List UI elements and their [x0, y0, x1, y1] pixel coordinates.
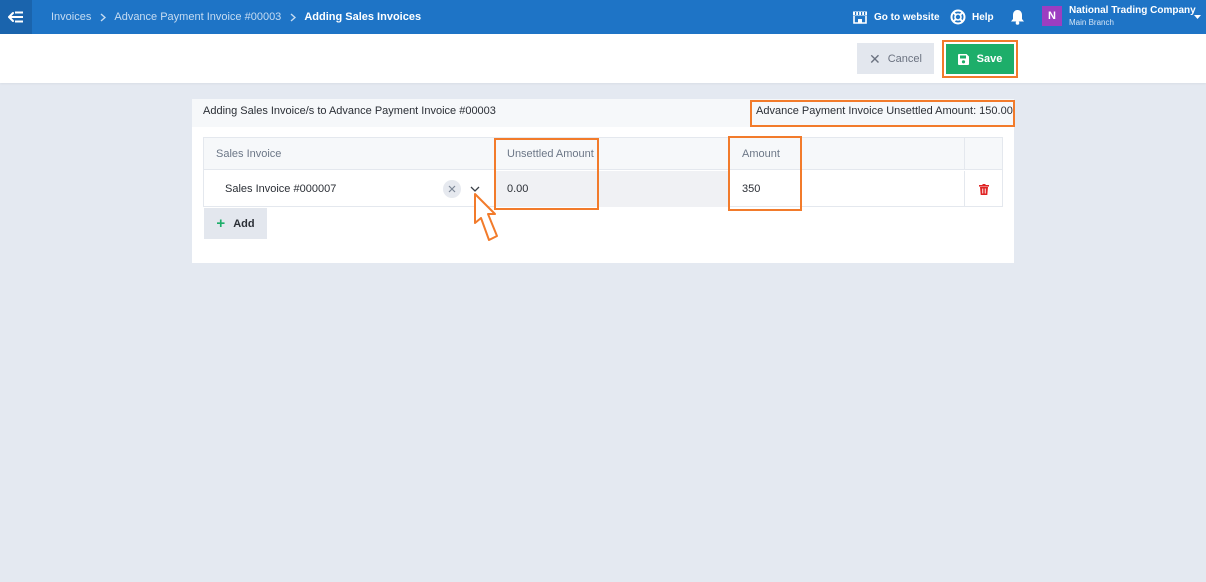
notifications-button[interactable]: [1010, 0, 1031, 34]
go-to-website-label: Go to website: [874, 11, 940, 23]
lifebuoy-icon: [950, 9, 966, 25]
top-navbar: Invoices Advance Payment Invoice #00003 …: [0, 0, 1206, 34]
menu-toggle-button[interactable]: [0, 0, 32, 34]
help-link[interactable]: Help: [950, 0, 994, 34]
card-title: Adding Sales Invoice/s to Advance Paymen…: [203, 105, 496, 117]
column-header-actions: [964, 138, 1002, 170]
unsettled-total-highlight-box: [750, 100, 1015, 127]
floppy-disk-icon: [957, 53, 969, 65]
breadcrumb-advance-payment-invoice[interactable]: Advance Payment Invoice #00003: [114, 11, 281, 23]
sales-invoice-value: Sales Invoice #000007: [225, 183, 337, 195]
sales-invoices-table: Sales Invoice Unsettled Amount Amount Sa…: [203, 137, 1003, 207]
chevron-right-icon: [290, 12, 297, 22]
help-label: Help: [972, 11, 994, 23]
add-row-button[interactable]: + Add: [204, 208, 267, 239]
sales-invoice-select[interactable]: Sales Invoice #000007: [204, 171, 494, 207]
store-icon: [852, 11, 868, 24]
plus-icon: +: [216, 215, 226, 232]
company-name: National Trading Company: [1069, 5, 1196, 16]
sales-invoices-card: Adding Sales Invoice/s to Advance Paymen…: [192, 99, 1015, 263]
close-icon: ✕: [869, 50, 881, 67]
cancel-label: Cancel: [887, 52, 922, 65]
cancel-button[interactable]: ✕ Cancel: [857, 43, 934, 74]
clear-selection-button[interactable]: [443, 180, 461, 198]
close-icon: [448, 185, 456, 193]
caret-down-icon: [1194, 7, 1201, 25]
row-actions-cell: [964, 171, 1002, 207]
company-branch: Main Branch: [1069, 18, 1114, 27]
avatar: N: [1042, 6, 1062, 26]
menu-toggle-icon: [8, 11, 23, 23]
trash-icon: [978, 183, 989, 195]
delete-row-button[interactable]: [978, 183, 989, 195]
action-bar: ✕ Cancel Save: [0, 34, 1206, 83]
bell-icon: [1010, 9, 1025, 25]
add-label: Add: [233, 217, 255, 230]
save-button[interactable]: Save: [946, 44, 1014, 74]
chevron-right-icon: [100, 12, 107, 22]
breadcrumb-invoices[interactable]: Invoices: [51, 11, 91, 23]
breadcrumb: Invoices Advance Payment Invoice #00003 …: [51, 0, 421, 34]
pointer-arrow-icon: [474, 193, 498, 241]
company-switcher[interactable]: N National Trading Company Main Branch: [1042, 5, 1201, 29]
unsettled-amount-highlight-box: [494, 138, 599, 210]
column-header-sales-invoice: Sales Invoice: [204, 138, 494, 170]
amount-highlight-box: [728, 136, 802, 211]
save-label: Save: [976, 53, 1003, 65]
go-to-website-link[interactable]: Go to website: [852, 0, 940, 34]
breadcrumb-current: Adding Sales Invoices: [304, 11, 422, 23]
